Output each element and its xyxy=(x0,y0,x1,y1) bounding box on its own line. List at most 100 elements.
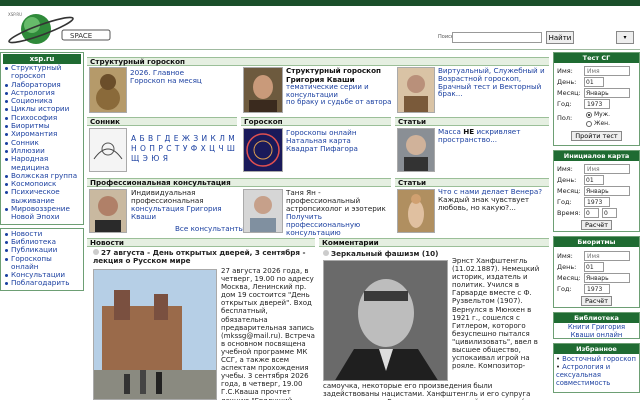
sidebar-submenu-item[interactable]: Поблагодарить xyxy=(3,279,81,287)
dream-image[interactable] xyxy=(89,128,127,172)
s3-tanya-text: Таня Ян - профессиональный астропсихолог… xyxy=(286,188,386,213)
month3-label: Месяц: xyxy=(557,274,581,282)
s3-consult-text: Индивидуальная профессиональная xyxy=(131,188,204,205)
female-radio[interactable] xyxy=(586,120,592,127)
take-test-button[interactable]: Пройти тест xyxy=(571,131,622,141)
search-button[interactable]: Найти xyxy=(546,31,574,44)
day-label: День: xyxy=(557,78,577,86)
dream-alphabet[interactable]: А Б В Г Д Е Ж З И К Л М Н О П Р С Т У Ф … xyxy=(131,134,236,164)
initials-box: Инициалов карта Имя: День: 01 Месяц:Январ… xyxy=(553,150,640,232)
initials-title: Инициалов карта xyxy=(554,151,639,161)
sidebar-submenu-link[interactable]: Гороскопы онлайн xyxy=(11,254,52,271)
time-min-select[interactable]: 0 xyxy=(602,208,617,218)
s3-consult-link[interactable]: консультация Григория Кваши xyxy=(131,204,222,221)
day3-select[interactable]: 01 xyxy=(584,262,604,272)
s3-venus-text: Каждый знак чувствует любовь, но какую?.… xyxy=(438,195,530,212)
sex-label: Пол: xyxy=(557,114,573,122)
name-label: Имя: xyxy=(557,67,573,75)
library-title: Библиотека xyxy=(554,313,639,323)
sidebar-menu-item[interactable]: Народная медицина xyxy=(3,155,81,172)
time-hour-select[interactable]: 0 xyxy=(584,208,599,218)
s1-link-month[interactable]: Гороскоп на месяц xyxy=(130,76,202,85)
s1-author-title[interactable]: Структурный гороскоп Григория Кваши xyxy=(286,66,381,84)
favorite-link-2[interactable]: Астрология и сексуальная совместимость xyxy=(556,363,610,387)
comment-headline-text: Зеркальный фашизм (10) xyxy=(331,249,439,258)
month3-select[interactable]: Январь xyxy=(584,273,630,283)
sidebar-menu-item[interactable]: Мировоззрение Новой Эпохи xyxy=(3,204,81,222)
s1-tests-link[interactable]: Виртуальный, Служебный и Возрастной горо… xyxy=(438,67,548,98)
search-input[interactable] xyxy=(452,32,542,43)
month2-select[interactable]: Январь xyxy=(584,186,630,196)
news-bullet-icon xyxy=(93,249,99,255)
all-consultants-link[interactable]: Все консультанты xyxy=(175,224,244,233)
s3-tanya-block: Таня Ян - профессиональный астропсихолог… xyxy=(286,189,391,237)
search-options-button[interactable]: ▾ xyxy=(616,31,634,44)
name2-input[interactable] xyxy=(584,164,630,174)
name-input[interactable] xyxy=(584,66,630,76)
year-input[interactable]: 1973 xyxy=(584,99,610,109)
woman-portrait[interactable] xyxy=(397,67,435,113)
svg-text:SPACE: SPACE xyxy=(70,32,92,40)
consultant-portrait[interactable] xyxy=(89,189,127,233)
section-articles-title: Статьи xyxy=(395,117,549,126)
sidebar-menu-link[interactable]: Народная медицина xyxy=(11,154,49,172)
sidebar-menu-item[interactable]: Структурный гороскоп xyxy=(3,63,81,81)
year2-input[interactable]: 1973 xyxy=(584,197,610,207)
s3-tanya-link[interactable]: Получить профессиональную консультацию xyxy=(286,212,360,237)
cat-image[interactable] xyxy=(89,67,127,113)
day2-label: День: xyxy=(557,176,577,184)
female-label: Жен. xyxy=(594,120,610,127)
s3-venus-block: Что с нами делает Венера? Каждый знак чу… xyxy=(438,188,548,212)
section-consult-title: Профессиональная консультация xyxy=(87,178,391,187)
comment-headline[interactable]: Зеркальный фашизм (10) xyxy=(323,249,438,258)
sidebar-menu-item[interactable]: Психическое выживание xyxy=(3,188,81,205)
section-horoscope2-title: Гороскоп xyxy=(241,117,391,126)
calc-initials-button[interactable]: Расчёт xyxy=(580,220,613,230)
author-portrait[interactable] xyxy=(243,67,283,113)
year3-input[interactable]: 1973 xyxy=(584,284,610,294)
favorite-item[interactable]: • Восточный гороскоп xyxy=(556,355,637,363)
news-headline[interactable]: 27 августа - День открытых дверей, 3 сен… xyxy=(93,249,313,265)
main-content: Структурный гороскоп 2026. Главное Горос… xyxy=(87,57,549,400)
name3-input[interactable] xyxy=(584,251,630,261)
zodiac-image[interactable] xyxy=(243,128,283,172)
secondary-menu: Новости Библиотека Публикации Гороскопы онл… xyxy=(0,227,84,291)
day-select[interactable]: 01 xyxy=(584,77,604,87)
favorite-link-1[interactable]: Восточный гороскоп xyxy=(562,355,636,363)
day2-select[interactable]: 01 xyxy=(584,175,604,185)
sidebar-submenu-link[interactable]: Поблагодарить xyxy=(11,278,69,287)
library-link[interactable]: Книги Григория Кваши онлайн xyxy=(554,323,639,340)
venus-image[interactable] xyxy=(397,189,435,233)
scientist-image[interactable] xyxy=(397,128,435,172)
news-image[interactable] xyxy=(93,269,217,400)
favorite-item[interactable]: • Астрология и сексуальная совместимость xyxy=(556,363,637,387)
male-radio[interactable] xyxy=(586,111,592,118)
s2-pythagoras[interactable]: Квадрат Пифагора xyxy=(286,144,358,153)
comment-body-cont: самоучка, некоторые его произведения был… xyxy=(323,382,546,400)
menu-list-secondary: Новости Библиотека Публикации Гороскопы онл… xyxy=(3,229,81,288)
s1-author-link[interactable]: автора xyxy=(366,98,392,106)
section-articles2-title: Статьи xyxy=(395,178,549,187)
biorhythm-title: Биоритмы xyxy=(554,237,639,247)
s2-article[interactable]: Масса НЕ искривляет пространство... xyxy=(438,128,548,144)
month-label: Месяц: xyxy=(557,89,581,97)
time-label: Время: xyxy=(557,209,581,217)
sidebar-menu-link[interactable]: Структурный гороскоп xyxy=(11,63,61,80)
calc-biorhythm-button[interactable]: Расчёт xyxy=(580,296,613,306)
portrait-hanfstaengl[interactable] xyxy=(323,260,448,381)
year-label: Год: xyxy=(557,100,572,108)
svg-text:XSP.RU: XSP.RU xyxy=(8,12,22,17)
comment-body: Эрнст Ханфштенгль (11.02.1887). Немецкий… xyxy=(452,257,540,371)
sidebar-menu-link[interactable]: Психическое выживание xyxy=(11,187,60,205)
section-dream-title: Сонник xyxy=(87,117,237,126)
sidebar-menu-link[interactable]: Мировоззрение Новой Эпохи xyxy=(11,204,70,221)
tanya-portrait[interactable] xyxy=(243,189,283,233)
menu-list: Структурный гороскоп Лаборатория Астрологи… xyxy=(3,63,81,222)
name2-label: Имя: xyxy=(557,165,573,173)
site-logo[interactable]: SPACE XSP.RU xyxy=(6,10,126,48)
sidebar-submenu-item[interactable]: Гороскопы онлайн xyxy=(3,254,81,272)
s1-author-text: тематические серии и консультации xyxy=(286,83,369,99)
sex-options: Муж. Жен. xyxy=(586,110,610,128)
test-sg-title: Тест СГ xyxy=(554,53,639,63)
month-select[interactable]: Январь xyxy=(584,88,630,98)
